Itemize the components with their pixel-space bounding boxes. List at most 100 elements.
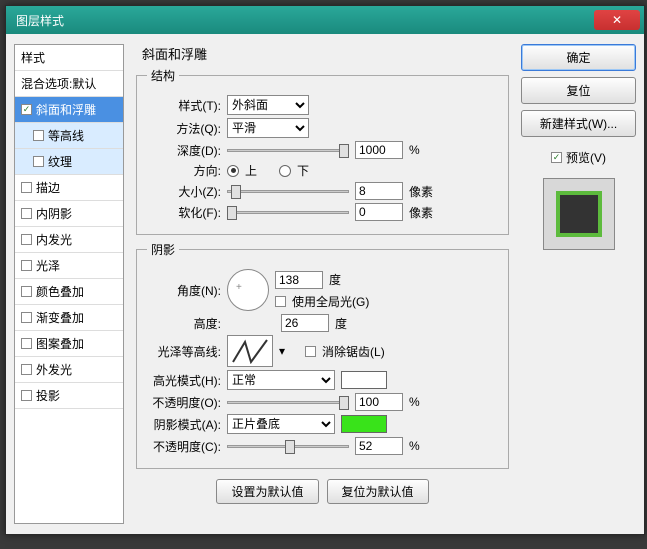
direction-down-radio[interactable] (279, 165, 291, 177)
shading-group: 阴影 角度(N): + 度 使用全局光(G) (136, 241, 509, 469)
depth-slider[interactable] (227, 144, 349, 156)
soften-slider[interactable] (227, 206, 349, 218)
sidebar-item-8[interactable]: 光泽 (15, 253, 123, 279)
gloss-contour-picker[interactable] (227, 335, 273, 367)
angle-unit: 度 (329, 271, 357, 288)
preview-box (543, 178, 615, 250)
reset-default-button[interactable]: 复位为默认值 (327, 479, 429, 504)
direction-label: 方向: (147, 162, 221, 179)
set-default-button[interactable]: 设置为默认值 (216, 479, 318, 504)
right-panel: 确定 复位 新建样式(W)... 预览(V) (521, 44, 636, 524)
sidebar-item-7[interactable]: 内发光 (15, 227, 123, 253)
shadow-opacity-label: 不透明度(C): (147, 438, 221, 455)
global-light-checkbox[interactable] (275, 296, 286, 307)
sidebar-item-0[interactable]: 样式 (15, 45, 123, 71)
sidebar-label-1: 混合选项:默认 (21, 75, 96, 92)
antialias-checkbox[interactable] (305, 346, 316, 357)
sidebar-label-13: 投影 (36, 387, 60, 404)
cancel-button[interactable]: 复位 (521, 77, 636, 104)
highlight-mode-combo[interactable]: 正常 (227, 370, 335, 390)
sidebar-checkbox-10[interactable] (21, 312, 32, 323)
direction-up-radio[interactable] (227, 165, 239, 177)
size-slider[interactable] (227, 185, 349, 197)
angle-label: 角度(N): (147, 282, 221, 299)
sidebar-checkbox-12[interactable] (21, 364, 32, 375)
sidebar-item-4[interactable]: 纹理 (15, 149, 123, 175)
sidebar-item-2[interactable]: 斜面和浮雕 (15, 97, 123, 123)
shadow-mode-combo[interactable]: 正片叠底 (227, 414, 335, 434)
sidebar-item-5[interactable]: 描边 (15, 175, 123, 201)
global-light-label: 使用全局光(G) (292, 293, 369, 310)
sidebar-label-12: 外发光 (36, 361, 72, 378)
sidebar-item-3[interactable]: 等高线 (15, 123, 123, 149)
soften-input[interactable] (355, 203, 403, 221)
method-label: 方法(Q): (147, 120, 221, 137)
sidebar-checkbox-7[interactable] (21, 234, 32, 245)
sidebar-item-12[interactable]: 外发光 (15, 357, 123, 383)
main-panel: 斜面和浮雕 结构 样式(T): 外斜面 方法(Q): 平滑 深度(D): % (132, 44, 513, 524)
sidebar-checkbox-8[interactable] (21, 260, 32, 271)
sidebar-label-7: 内发光 (36, 231, 72, 248)
sidebar-label-10: 渐变叠加 (36, 309, 84, 326)
structure-group: 结构 样式(T): 外斜面 方法(Q): 平滑 深度(D): % 方向: (136, 67, 509, 235)
shading-legend: 阴影 (147, 241, 179, 258)
sidebar-item-13[interactable]: 投影 (15, 383, 123, 409)
style-list: 样式混合选项:默认斜面和浮雕等高线纹理描边内阴影内发光光泽颜色叠加渐变叠加图案叠… (14, 44, 124, 524)
highlight-opacity-label: 不透明度(O): (147, 394, 221, 411)
sidebar-checkbox-13[interactable] (21, 390, 32, 401)
ok-button[interactable]: 确定 (521, 44, 636, 71)
gloss-dropdown-icon[interactable]: ▾ (279, 344, 285, 358)
sidebar-label-8: 光泽 (36, 257, 60, 274)
sidebar-label-11: 图案叠加 (36, 335, 84, 352)
preview-swatch (560, 195, 598, 233)
size-input[interactable] (355, 182, 403, 200)
style-label: 样式(T): (147, 97, 221, 114)
shadow-opacity-slider[interactable] (227, 440, 349, 452)
highlight-color-swatch[interactable] (341, 371, 387, 389)
close-icon: ✕ (612, 13, 622, 27)
sidebar-checkbox-3[interactable] (33, 130, 44, 141)
shadow-color-swatch[interactable] (341, 415, 387, 433)
sidebar-checkbox-4[interactable] (33, 156, 44, 167)
panel-title: 斜面和浮雕 (132, 44, 513, 67)
contour-icon (231, 338, 269, 364)
sidebar-item-9[interactable]: 颜色叠加 (15, 279, 123, 305)
sidebar-item-11[interactable]: 图案叠加 (15, 331, 123, 357)
angle-input[interactable] (275, 271, 323, 289)
sidebar-label-5: 描边 (36, 179, 60, 196)
close-button[interactable]: ✕ (594, 10, 640, 30)
preview-checkbox[interactable] (551, 152, 562, 163)
direction-up-label: 上 (245, 162, 257, 179)
highlight-opacity-input[interactable] (355, 393, 403, 411)
new-style-button[interactable]: 新建样式(W)... (521, 110, 636, 137)
direction-down-label: 下 (297, 162, 309, 179)
sidebar-item-1[interactable]: 混合选项:默认 (15, 71, 123, 97)
gloss-label: 光泽等高线: (147, 343, 221, 360)
depth-input[interactable] (355, 141, 403, 159)
soften-label: 软化(F): (147, 204, 221, 221)
shadow-mode-label: 阴影模式(A): (147, 416, 221, 433)
method-combo[interactable]: 平滑 (227, 118, 309, 138)
style-combo[interactable]: 外斜面 (227, 95, 309, 115)
titlebar: 图层样式 ✕ (6, 6, 644, 34)
preview-label: 预览(V) (566, 149, 606, 166)
layer-style-dialog: 图层样式 ✕ 样式混合选项:默认斜面和浮雕等高线纹理描边内阴影内发光光泽颜色叠加… (5, 5, 645, 535)
shadow-opacity-input[interactable] (355, 437, 403, 455)
sidebar-label-0: 样式 (21, 49, 45, 66)
sidebar-checkbox-2[interactable] (21, 104, 32, 115)
sidebar-checkbox-11[interactable] (21, 338, 32, 349)
sidebar-item-10[interactable]: 渐变叠加 (15, 305, 123, 331)
antialias-label: 消除锯齿(L) (322, 343, 385, 360)
highlight-opacity-unit: % (409, 395, 437, 409)
angle-wheel[interactable]: + (227, 269, 269, 311)
size-label: 大小(Z): (147, 183, 221, 200)
sidebar-checkbox-6[interactable] (21, 208, 32, 219)
sidebar-item-6[interactable]: 内阴影 (15, 201, 123, 227)
sidebar-checkbox-9[interactable] (21, 286, 32, 297)
sidebar-label-3: 等高线 (48, 127, 84, 144)
depth-unit: % (409, 143, 437, 157)
altitude-unit: 度 (335, 315, 363, 332)
sidebar-checkbox-5[interactable] (21, 182, 32, 193)
altitude-input[interactable] (281, 314, 329, 332)
highlight-opacity-slider[interactable] (227, 396, 349, 408)
